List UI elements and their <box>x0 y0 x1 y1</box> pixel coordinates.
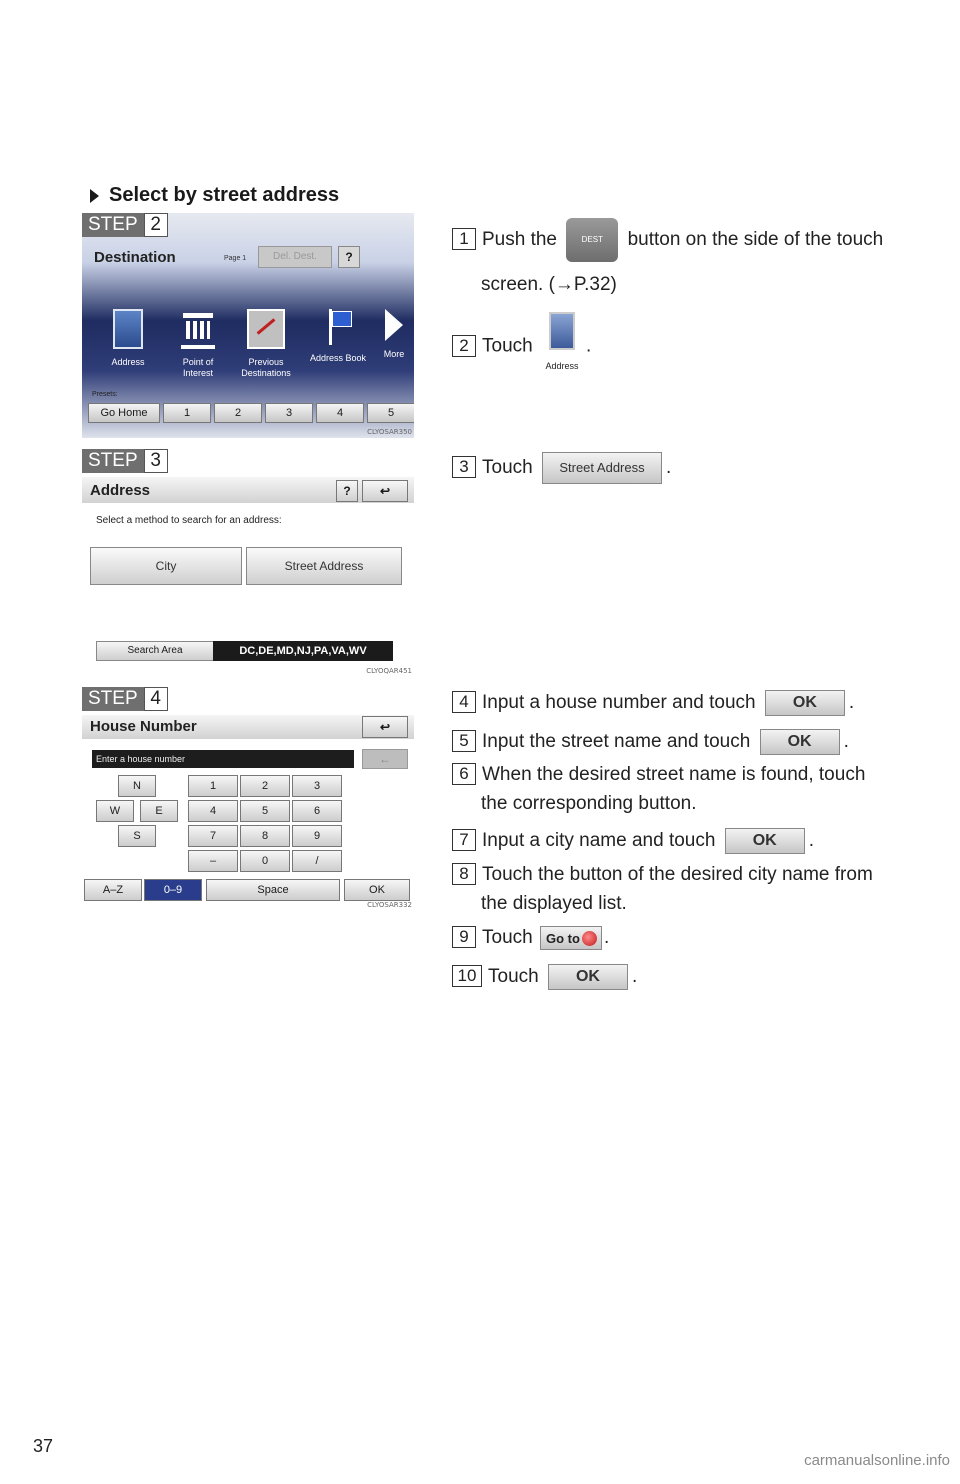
image-code: CLYOQAR451 <box>366 667 412 675</box>
go-to-button-icon: Go to <box>539 925 602 950</box>
instruction-5: 5 Input the street name and touch OK. <box>452 727 912 756</box>
ok-button-icon: OK <box>759 728 840 755</box>
preset-2[interactable]: 2 <box>214 403 262 423</box>
preset-3[interactable]: 3 <box>265 403 313 423</box>
search-area-button[interactable]: Search Area <box>96 641 214 661</box>
city-button[interactable]: City <box>90 547 242 585</box>
step-number: 6 <box>452 763 476 785</box>
previous-icon <box>247 309 285 349</box>
preset-4[interactable]: 4 <box>316 403 364 423</box>
step-number: 2 <box>452 334 476 357</box>
help-button[interactable]: ? <box>336 480 358 502</box>
preset-go-home[interactable]: Go Home <box>88 403 160 423</box>
key-4[interactable]: 4 <box>188 800 238 822</box>
house-number-input[interactable]: Enter a house number <box>92 750 354 768</box>
key-space[interactable]: Space <box>206 879 340 901</box>
poi-menu-button[interactable]: Point of Interest <box>168 309 228 379</box>
street-address-button[interactable]: Street Address <box>246 547 402 585</box>
screenshot-address: STEP 3 Address ? ↩ Select a method to se… <box>82 449 414 677</box>
key-2[interactable]: 2 <box>240 775 290 797</box>
ok-button-icon: OK <box>547 963 628 990</box>
step-number: 7 <box>452 829 476 851</box>
street-address-button-icon: Street Address <box>541 452 662 484</box>
address-book-button[interactable]: Address Book <box>308 309 368 364</box>
step-number: 8 <box>452 863 476 885</box>
key-0[interactable]: 0 <box>240 850 290 872</box>
search-method-prompt: Select a method to search for an address… <box>96 515 282 526</box>
step-number: 5 <box>452 730 476 752</box>
step-number: 9 <box>452 926 476 948</box>
step-label: STEP 2 <box>82 213 168 237</box>
key-n[interactable]: N <box>118 775 156 797</box>
screenshot-house-number: STEP 4 House Number ↩ Enter a house numb… <box>82 687 414 911</box>
more-arrow-icon <box>385 309 403 341</box>
key-5[interactable]: 5 <box>240 800 290 822</box>
instruction-4: 4 Input a house number and touch OK. <box>452 688 912 717</box>
instruction-1: 1 Push the DEST button on the side of the… <box>452 218 912 299</box>
instruction-8: 8 Touch the button of the desired city na… <box>452 860 912 918</box>
key-1[interactable]: 1 <box>188 775 238 797</box>
help-button[interactable]: ? <box>338 246 360 268</box>
key-a-z[interactable]: A–Z <box>84 879 142 901</box>
address-menu-button[interactable]: Address <box>98 309 158 368</box>
key-s[interactable]: S <box>118 825 156 847</box>
instruction-9: 9 Touch Go to. <box>452 923 912 952</box>
presets-label: Presets: <box>92 391 118 398</box>
back-button[interactable]: ↩ <box>362 716 408 738</box>
key-ok[interactable]: OK <box>344 879 410 901</box>
key-dash[interactable]: – <box>188 850 238 872</box>
key-3[interactable]: 3 <box>292 775 342 797</box>
key-w[interactable]: W <box>96 800 134 822</box>
key-6[interactable]: 6 <box>292 800 342 822</box>
image-code: CLYOSAR350 <box>367 428 412 436</box>
backspace-button[interactable]: ← <box>362 749 408 769</box>
address-icon: Address <box>542 312 582 381</box>
triangle-bullet-icon <box>90 188 99 203</box>
screen-title: Address <box>90 482 151 499</box>
key-8[interactable]: 8 <box>240 825 290 847</box>
poi-icon <box>181 309 215 349</box>
section-heading: Select by street address <box>90 184 339 207</box>
watermark: carmanualsonline.info <box>804 1452 950 1469</box>
key-7[interactable]: 7 <box>188 825 238 847</box>
address-book-icon <box>321 309 355 345</box>
go-to-dot-icon <box>581 930 597 946</box>
step-number: 4 <box>452 691 476 713</box>
preset-1[interactable]: 1 <box>163 403 211 423</box>
ok-button-icon: OK <box>724 827 805 854</box>
instruction-6: 6 When the desired street name is found, … <box>452 760 912 818</box>
screenshot-destination: STEP 2 Destination Page 1 Del. Dest. ? A… <box>82 213 414 438</box>
instruction-3: 3 Touch Street Address. <box>452 452 912 484</box>
instruction-7: 7 Input a city name and touch OK. <box>452 826 912 855</box>
step-label: STEP 4 <box>82 687 168 711</box>
key-slash[interactable]: / <box>292 850 342 872</box>
preset-5[interactable]: 5 <box>367 403 414 423</box>
step-label: STEP 3 <box>82 449 168 473</box>
screen-title: House Number <box>90 718 197 735</box>
section-heading-text: Select by street address <box>109 184 340 206</box>
step-number: 1 <box>452 228 476 251</box>
screen-title: Destination <box>94 249 176 266</box>
instruction-10: 10 Touch OK. <box>452 962 912 991</box>
key-9[interactable]: 9 <box>292 825 342 847</box>
step-number: 10 <box>452 965 482 987</box>
key-e[interactable]: E <box>140 800 178 822</box>
more-button[interactable]: More <box>364 309 414 360</box>
previous-destinations-button[interactable]: Previous Destinations <box>236 309 296 379</box>
back-button[interactable]: ↩ <box>362 480 408 502</box>
image-code: CLYOSAR332 <box>367 901 412 909</box>
del-dest-button[interactable]: Del. Dest. <box>258 246 332 268</box>
ok-button-icon: OK <box>764 689 845 716</box>
instruction-2: 2 Touch Address. <box>452 312 912 381</box>
page-indicator: Page 1 <box>224 255 247 262</box>
page-number: 37 <box>33 1436 54 1456</box>
dest-button-icon: DEST <box>566 218 619 262</box>
step-number: 3 <box>452 456 476 479</box>
search-area-value: DC,DE,MD,NJ,PA,VA,WV <box>213 641 393 661</box>
address-icon <box>113 309 143 349</box>
key-0-9[interactable]: 0–9 <box>144 879 202 901</box>
presets-row: Go Home 1 2 3 4 5 <box>88 403 414 423</box>
